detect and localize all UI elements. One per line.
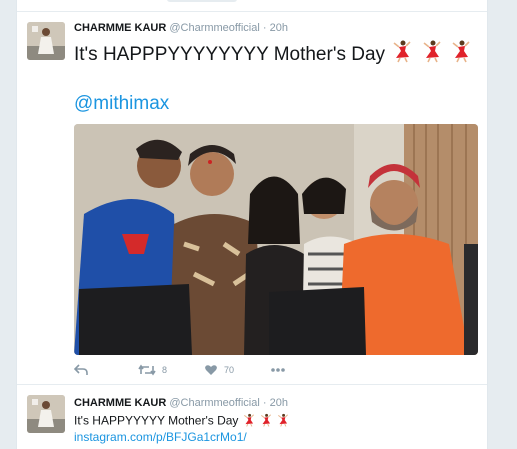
- avatar[interactable]: [27, 22, 65, 60]
- separator-dot: ·: [262, 22, 267, 34]
- more-button[interactable]: [270, 362, 286, 378]
- tweet[interactable]: CHARMME KAUR @Charmmeofficial · 20h It's…: [17, 13, 487, 385]
- timeline-stream: CHARMME KAUR @Charmmeofficial · 20h It's…: [16, 0, 488, 449]
- tweet-actions: 8 70: [74, 362, 334, 378]
- display-name[interactable]: CHARMME KAUR: [74, 397, 166, 409]
- display-name[interactable]: CHARMME KAUR: [74, 22, 166, 34]
- retweet-count: 8: [162, 365, 168, 375]
- dancer-emoji-icon: [276, 413, 290, 430]
- timestamp[interactable]: 20h: [270, 397, 288, 409]
- like-button[interactable]: 70: [204, 362, 234, 378]
- tweet-text: It's HAPPYYYYY Mother's Day: [74, 413, 290, 430]
- user-handle[interactable]: @Charmmeofficial: [169, 22, 259, 34]
- retweet-icon: [138, 364, 156, 376]
- reply-icon: [74, 364, 88, 376]
- user-handle[interactable]: @Charmmeofficial: [169, 397, 259, 409]
- tweet[interactable]: CHARMME KAUR @Charmmeofficial · 20h It's…: [17, 386, 487, 449]
- heart-icon: [204, 364, 218, 376]
- tweet-photo[interactable]: [74, 124, 478, 355]
- dancer-emoji-icon: [242, 413, 256, 430]
- more-icon: [270, 367, 286, 373]
- dancer-emoji-icon: [390, 39, 414, 71]
- separator-dot: ·: [262, 397, 267, 409]
- previous-tweet-edge: [17, 0, 487, 12]
- dancer-emoji-icon: [420, 39, 444, 71]
- tweet-text-content: It's HAPPPYYYYYYYY Mother's Day: [74, 44, 386, 66]
- retweet-button[interactable]: 8: [138, 362, 167, 378]
- tweet-header: CHARMME KAUR @Charmmeofficial · 20h: [74, 22, 288, 34]
- previous-tweet-actions: [167, 0, 237, 2]
- like-count: 70: [224, 365, 235, 375]
- mention-link[interactable]: @mithimax: [74, 93, 169, 115]
- reply-button[interactable]: [74, 362, 88, 378]
- tweet-text: It's HAPPPYYYYYYYY Mother's Day: [74, 39, 479, 71]
- dancer-emoji-icon: [259, 413, 273, 430]
- avatar[interactable]: [27, 395, 65, 433]
- tweet-text-content: It's HAPPYYYYY Mother's Day: [74, 413, 239, 428]
- tweet-header: CHARMME KAUR @Charmmeofficial · 20h: [74, 397, 288, 409]
- instagram-link[interactable]: instagram.com/p/BFJGa1crMo1/: [74, 430, 247, 444]
- dancer-emoji-icon: [449, 39, 473, 71]
- timestamp[interactable]: 20h: [270, 22, 288, 34]
